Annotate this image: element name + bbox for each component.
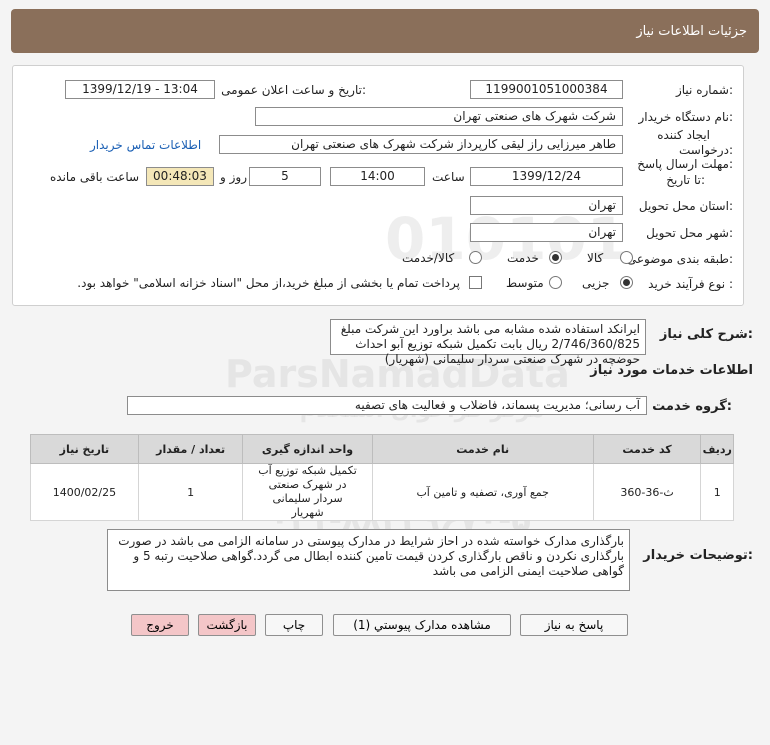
announce-label: تاریخ و ساعت اعلان عمومی: [221,83,366,97]
summary-text: ایرانکد استفاده شده مشابه می باشد براورد… [330,319,646,366]
col-quantity: تعداد / مقدار [137,434,244,464]
buyer-notes-label: توضیحات خریدار: [643,548,753,563]
city-field: تهران [470,223,623,242]
col-need-date: تاریخ نیاز [30,434,139,464]
process-label: نوع فرآیند خرید : [648,277,733,291]
category-option-service: خدمت [507,251,539,265]
table-row: 1 ث-36-360 جمع آوری، تصفیه و تامین آب تک… [30,463,734,521]
col-row: ردیف [700,434,734,464]
process-radio-medium[interactable] [549,276,562,289]
page-header: جزئیات اطلاعات نیاز [11,9,759,53]
deadline-date-field: 1399/12/24 [470,167,623,186]
print-button[interactable]: چاپ [265,614,323,636]
service-group-label: گروه خدمت: [652,399,732,414]
buyer-notes-text: بارگذاری مدارک خواسته شده در احاز شرایط … [107,529,630,591]
reply-to-need-button[interactable]: پاسخ به نیاز [520,614,628,636]
creator-field: طاهر میرزایی راز لیقی کارپرداز شرکت شهرک… [219,135,623,154]
back-button[interactable]: بازگشت [198,614,256,636]
process-option-minor: جزیی [582,276,610,290]
need-number-field: 1199001051000384 [470,80,623,99]
creator-label-2: درخواست: [679,143,733,157]
buyer-org-field: شرکت شهرک های صنعتی تهران [255,107,623,126]
col-service-code: کد خدمت [592,434,702,464]
province-field: تهران [470,196,623,215]
exit-button[interactable]: خروج [131,614,189,636]
service-group-field: آب رسانی؛ مدیریت پسماند، فاضلاب و فعالیت… [127,396,647,415]
need-number-label: شماره نیاز: [675,83,733,97]
deadline-label-2: تا تاریخ: [666,173,705,187]
treasury-payment-note: پرداخت تمام یا بخشی از مبلغ خرید،از محل … [77,276,460,290]
days-label: روز و [220,170,247,184]
cell-unit: تکمیل شبکه توزیع آب در شهرک صنعتی سردار … [242,463,373,521]
summary-label: شرح کلی نیاز: [659,327,753,342]
page-title: جزئیات اطلاعات نیاز [636,24,747,39]
announce-datetime-field: 1399/12/19 - 13:04 [65,80,215,99]
remaining-label: ساعت باقی مانده [50,170,140,184]
creator-label-1: ایجاد کننده [657,128,710,142]
category-radio-goods-service[interactable] [469,251,482,264]
cell-service-code: ث-36-360 [592,463,702,521]
category-option-goods: کالا [587,251,604,265]
col-unit: واحد اندازه گیری [242,434,373,464]
treasury-payment-checkbox[interactable] [469,276,482,289]
process-radio-minor[interactable] [620,276,633,289]
city-label: شهر محل تحویل: [646,226,733,240]
cell-service-name: جمع آوری، تصفیه و تامین آب [371,463,594,521]
col-service-name: نام خدمت [371,434,594,464]
deadline-label-1: مهلت ارسال پاسخ: [637,157,733,171]
category-radio-goods[interactable] [620,251,633,264]
view-attachments-button[interactable]: مشاهده مدارک پیوستي (1) [333,614,511,636]
deadline-time-field: 14:00 [330,167,425,186]
services-section-title: اطلاعات خدمات مورد نیاز [590,363,753,378]
cell-need-date: 1400/02/25 [30,463,139,521]
buyer-org-label: نام دستگاه خریدار: [638,110,734,124]
process-option-medium: متوسط [506,276,544,290]
remaining-time-field: 00:48:03 [146,167,214,186]
remaining-days-field: 5 [249,167,321,186]
category-label: طبقه بندی موضوعی: [626,252,733,266]
services-table: ردیف کد خدمت نام خدمت واحد اندازه گیری ت… [30,434,734,521]
buyer-contact-link[interactable]: اطلاعات تماس خریدار [90,138,201,152]
category-option-goods-service: کالا/خدمت [402,251,455,265]
cell-row: 1 [700,463,734,521]
cell-quantity: 1 [137,463,244,521]
category-radio-service[interactable] [549,251,562,264]
province-label: استان محل تحویل: [638,199,733,213]
deadline-time-label: ساعت [432,170,465,184]
